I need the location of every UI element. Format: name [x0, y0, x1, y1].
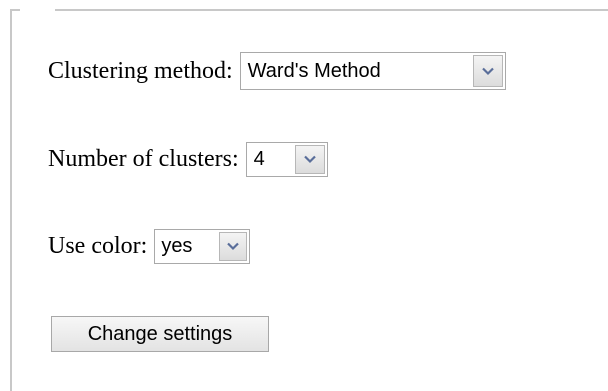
number-of-clusters-value: 4: [253, 147, 265, 170]
chevron-down-icon[interactable]: [294, 144, 325, 174]
chevron-down-icon[interactable]: [219, 231, 248, 261]
fieldset-border-top: [55, 9, 608, 11]
clustering-method-row: Clustering method: Ward's Method: [48, 51, 506, 91]
clustering-method-select[interactable]: Ward's Method: [239, 52, 506, 90]
fieldset-border-left: [10, 9, 12, 391]
use-color-select[interactable]: yes: [154, 228, 251, 264]
use-color-label: Use color:: [48, 232, 148, 259]
number-of-clusters-row: Number of clusters: 4: [48, 139, 328, 179]
clustering-method-label: Clustering method:: [48, 57, 233, 84]
use-color-row: Use color: yes: [48, 226, 251, 266]
chevron-down-icon[interactable]: [472, 55, 503, 87]
clustering-method-value: Ward's Method: [247, 59, 381, 82]
number-of-clusters-select[interactable]: 4: [245, 141, 328, 177]
fieldset-border-top-left: [11, 9, 20, 11]
change-settings-button[interactable]: Change settings: [51, 316, 269, 352]
number-of-clusters-label: Number of clusters:: [48, 145, 239, 172]
use-color-value: yes: [161, 234, 193, 257]
settings-fieldset: Clustering method: Ward's Method Number …: [0, 0, 608, 391]
